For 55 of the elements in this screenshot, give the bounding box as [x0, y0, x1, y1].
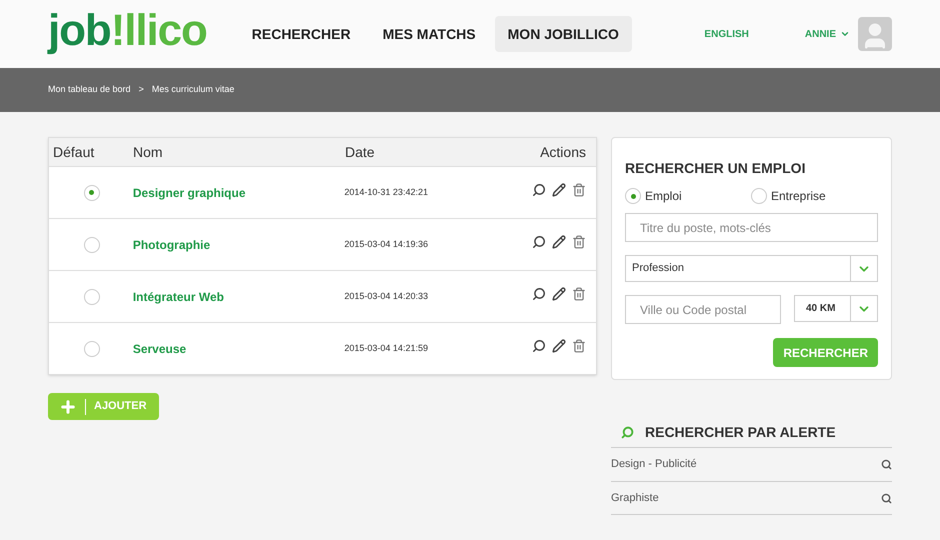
search-icon [881, 492, 892, 504]
plus-icon [59, 398, 77, 416]
nav-tab[interactable]: MES MATCHS [370, 16, 489, 52]
pencil-icon[interactable] [552, 338, 566, 352]
date-cell-text: 2015-03-04 14:21:59 [344, 342, 429, 355]
caret-icon [840, 29, 850, 39]
column-header: Actions [539, 142, 587, 162]
column-header: Date [345, 142, 376, 162]
keywords-field[interactable]: Titre du poste, mots-clés [625, 213, 878, 242]
alert-item[interactable]: Design - Publicité [611, 447, 892, 481]
radio-button[interactable] [625, 188, 641, 204]
radio-button[interactable] [751, 188, 767, 204]
city-field[interactable]: Ville ou Code postal [625, 295, 781, 324]
date-cell-text: 2015-03-04 14:19:36 [344, 238, 429, 251]
search-icon[interactable] [532, 182, 546, 196]
search-icon [881, 459, 892, 470]
radio-button[interactable] [84, 288, 100, 304]
search-icon[interactable] [532, 338, 546, 352]
card-title: RECHERCHER UN EMPLOI [625, 159, 806, 178]
radio-button[interactable] [84, 236, 100, 252]
pencil-icon[interactable] [552, 182, 566, 196]
search-icon[interactable] [532, 234, 546, 248]
breadcrumb-current: Mes curriculum vitae [152, 83, 234, 96]
search-button[interactable]: RECHERCHER [773, 338, 878, 367]
breadcrumb-separator: > [138, 83, 144, 96]
language-link[interactable]: ENGLISH [704, 26, 749, 42]
user-menu[interactable]: ANNIE [804, 26, 850, 42]
column-header: Nom [133, 142, 164, 162]
logo[interactable]: job!llico [48, 9, 207, 53]
date-cell-text: 2015-03-04 14:20:33 [344, 290, 429, 303]
trash-icon[interactable] [572, 286, 586, 300]
trash-icon[interactable] [572, 234, 586, 248]
pencil-icon[interactable] [552, 234, 566, 248]
radio-button[interactable] [84, 340, 100, 356]
cv-name-link[interactable]: Intégrateur Web [132, 288, 344, 306]
profession-select[interactable]: Profession [625, 255, 878, 282]
radio-button[interactable] [84, 184, 100, 200]
radio-label: Entreprise [771, 188, 826, 205]
trash-icon[interactable] [572, 338, 586, 352]
section-title: RECHERCHER PAR ALERTE [645, 422, 836, 442]
trash-icon[interactable] [572, 182, 586, 196]
breadcrumb-link[interactable]: Mon tableau de bord [48, 83, 131, 97]
column-header: Défaut [52, 142, 96, 162]
alert-item[interactable]: Graphiste [611, 481, 892, 515]
search-icon [621, 426, 634, 438]
date-cell-text: 2014-10-31 23:42:21 [344, 186, 429, 199]
pencil-icon[interactable] [552, 286, 566, 300]
cv-name-link[interactable]: Designer graphique [132, 184, 344, 202]
radio-label: Emploi [645, 188, 682, 205]
distance-select[interactable]: 40 KM [794, 295, 878, 322]
cv-name-link[interactable]: Serveuse [132, 340, 344, 358]
nav-tab[interactable]: MON JOBILLICO [494, 16, 632, 52]
nav-tab[interactable]: RECHERCHER [238, 16, 364, 52]
search-icon[interactable] [532, 286, 546, 300]
cv-name-link[interactable]: Photographie [132, 236, 344, 254]
